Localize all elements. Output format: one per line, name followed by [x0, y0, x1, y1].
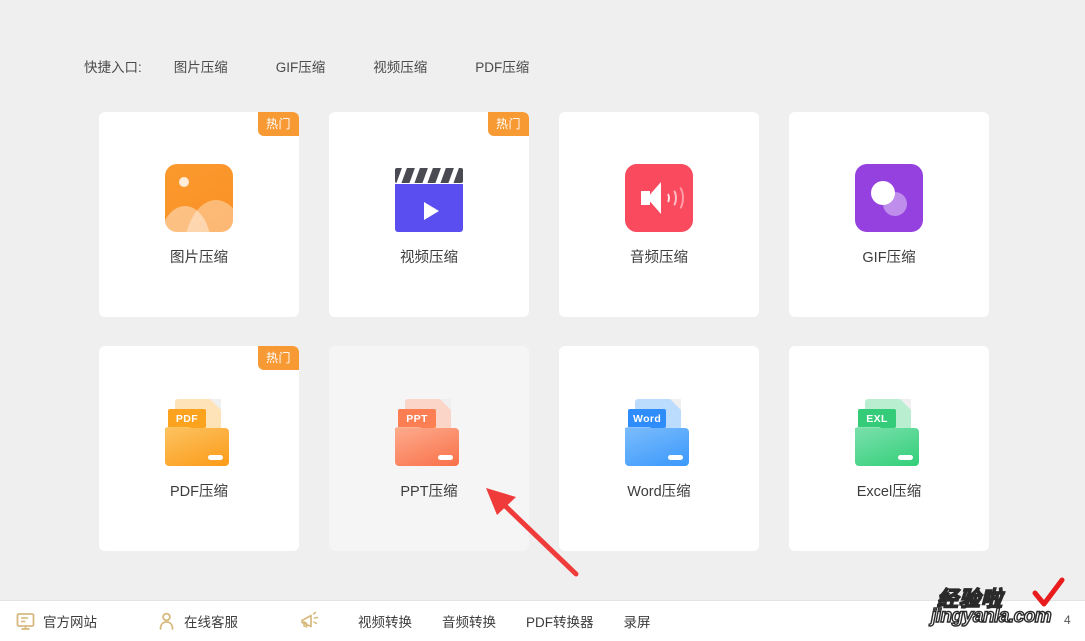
- card-label: PPT压缩: [400, 484, 458, 500]
- hot-badge: 热门: [257, 112, 299, 136]
- speaker-cone-shape: [647, 182, 661, 214]
- file-type-tag: PPT: [398, 409, 436, 428]
- online-service-button[interactable]: 在线客服: [157, 611, 238, 631]
- folder-front-shape: [625, 428, 689, 466]
- sound-wave-shape: [668, 184, 684, 212]
- card-icon-slot: [99, 164, 299, 232]
- pdf-compress-icon: PDF: [165, 398, 233, 466]
- card-label: 音频压缩: [630, 250, 688, 266]
- card-label: Excel压缩: [856, 484, 922, 500]
- audio-compress-icon: [625, 164, 693, 232]
- card-icon-slot: Word: [559, 398, 759, 466]
- card-audio-compress[interactable]: 音频压缩: [559, 112, 759, 317]
- official-website-button[interactable]: 官方网站: [16, 611, 97, 631]
- card-icon-slot: PPT: [329, 398, 529, 466]
- video-converter-link[interactable]: 视频转换: [358, 611, 412, 631]
- quick-entry-link-video[interactable]: 视频压缩: [373, 56, 427, 76]
- quick-entry-link-gif[interactable]: GIF压缩: [276, 56, 326, 76]
- folder-front-shape: [395, 428, 459, 466]
- app-window: 快捷入口: 图片压缩 GIF压缩 视频压缩 PDF压缩 热门 图片压缩 热门 视…: [0, 0, 1085, 641]
- gif-compress-icon: [855, 164, 923, 232]
- folder-pill-shape: [208, 455, 223, 460]
- card-gif-compress[interactable]: GIF压缩: [789, 112, 989, 317]
- megaphone-icon: [298, 611, 320, 631]
- card-icon-slot: [789, 164, 989, 232]
- card-label: 图片压缩: [170, 250, 228, 266]
- tool-card-grid: 热门 图片压缩 热门 视频压缩 音频压缩 GIF压缩 热门 PDF PDF压缩 …: [99, 112, 989, 551]
- play-triangle-shape: [424, 202, 439, 220]
- screen-record-link[interactable]: 录屏: [624, 611, 651, 631]
- card-label: PDF压缩: [170, 484, 228, 500]
- quick-entry-link-image[interactable]: 图片压缩: [174, 56, 228, 76]
- card-word-compress[interactable]: Word Word压缩: [559, 346, 759, 551]
- word-compress-icon: Word: [625, 398, 693, 466]
- person-icon: [157, 612, 176, 631]
- folder-pill-shape: [668, 455, 683, 460]
- folder-pill-shape: [438, 455, 453, 460]
- hot-badge: 热门: [257, 346, 299, 370]
- official-website-label: 官方网站: [43, 615, 97, 630]
- hot-badge: 热门: [487, 112, 529, 136]
- quick-entry-bar: 快捷入口: 图片压缩 GIF压缩 视频压缩 PDF压缩: [84, 54, 529, 78]
- card-icon-slot: EXL: [789, 398, 989, 466]
- file-type-tag: PDF: [168, 409, 206, 428]
- audio-converter-link[interactable]: 音频转换: [442, 611, 496, 631]
- card-image-compress[interactable]: 热门 图片压缩: [99, 112, 299, 317]
- card-video-compress[interactable]: 热门 视频压缩: [329, 112, 529, 317]
- folder-front-shape: [165, 428, 229, 466]
- folder-pill-shape: [898, 455, 913, 460]
- quick-entry-link-pdf[interactable]: PDF压缩: [475, 56, 529, 76]
- quick-entry-label: 快捷入口:: [84, 60, 142, 75]
- image-compress-icon: [165, 164, 233, 232]
- card-label: GIF压缩: [862, 250, 916, 266]
- card-pdf-compress[interactable]: 热门 PDF PDF压缩: [99, 346, 299, 551]
- ppt-compress-icon: PPT: [395, 398, 463, 466]
- file-type-tag: Word: [628, 409, 667, 428]
- clapper-top-shape: [395, 168, 463, 183]
- video-compress-icon: [395, 164, 463, 232]
- monitor-icon: [16, 612, 35, 631]
- pdf-converter-link[interactable]: PDF转换器: [526, 611, 594, 631]
- card-icon-slot: [559, 164, 759, 232]
- excel-compress-icon: EXL: [855, 398, 923, 466]
- circle-shape: [871, 181, 895, 205]
- card-label: Word压缩: [627, 484, 691, 500]
- folder-front-shape: [855, 428, 919, 466]
- sun-shape: [179, 177, 189, 187]
- file-type-tag: EXL: [858, 409, 896, 428]
- online-service-label: 在线客服: [184, 615, 238, 630]
- card-excel-compress[interactable]: EXL Excel压缩: [789, 346, 989, 551]
- card-icon-slot: PDF: [99, 398, 299, 466]
- bottom-toolbar: 官方网站 在线客服 视频转换 音频转换 PDF转换器 录屏: [0, 600, 1085, 641]
- card-ppt-compress[interactable]: PPT PPT压缩: [329, 346, 529, 551]
- announcement-button[interactable]: [298, 611, 328, 631]
- card-label: 视频压缩: [400, 250, 458, 266]
- card-icon-slot: [329, 164, 529, 232]
